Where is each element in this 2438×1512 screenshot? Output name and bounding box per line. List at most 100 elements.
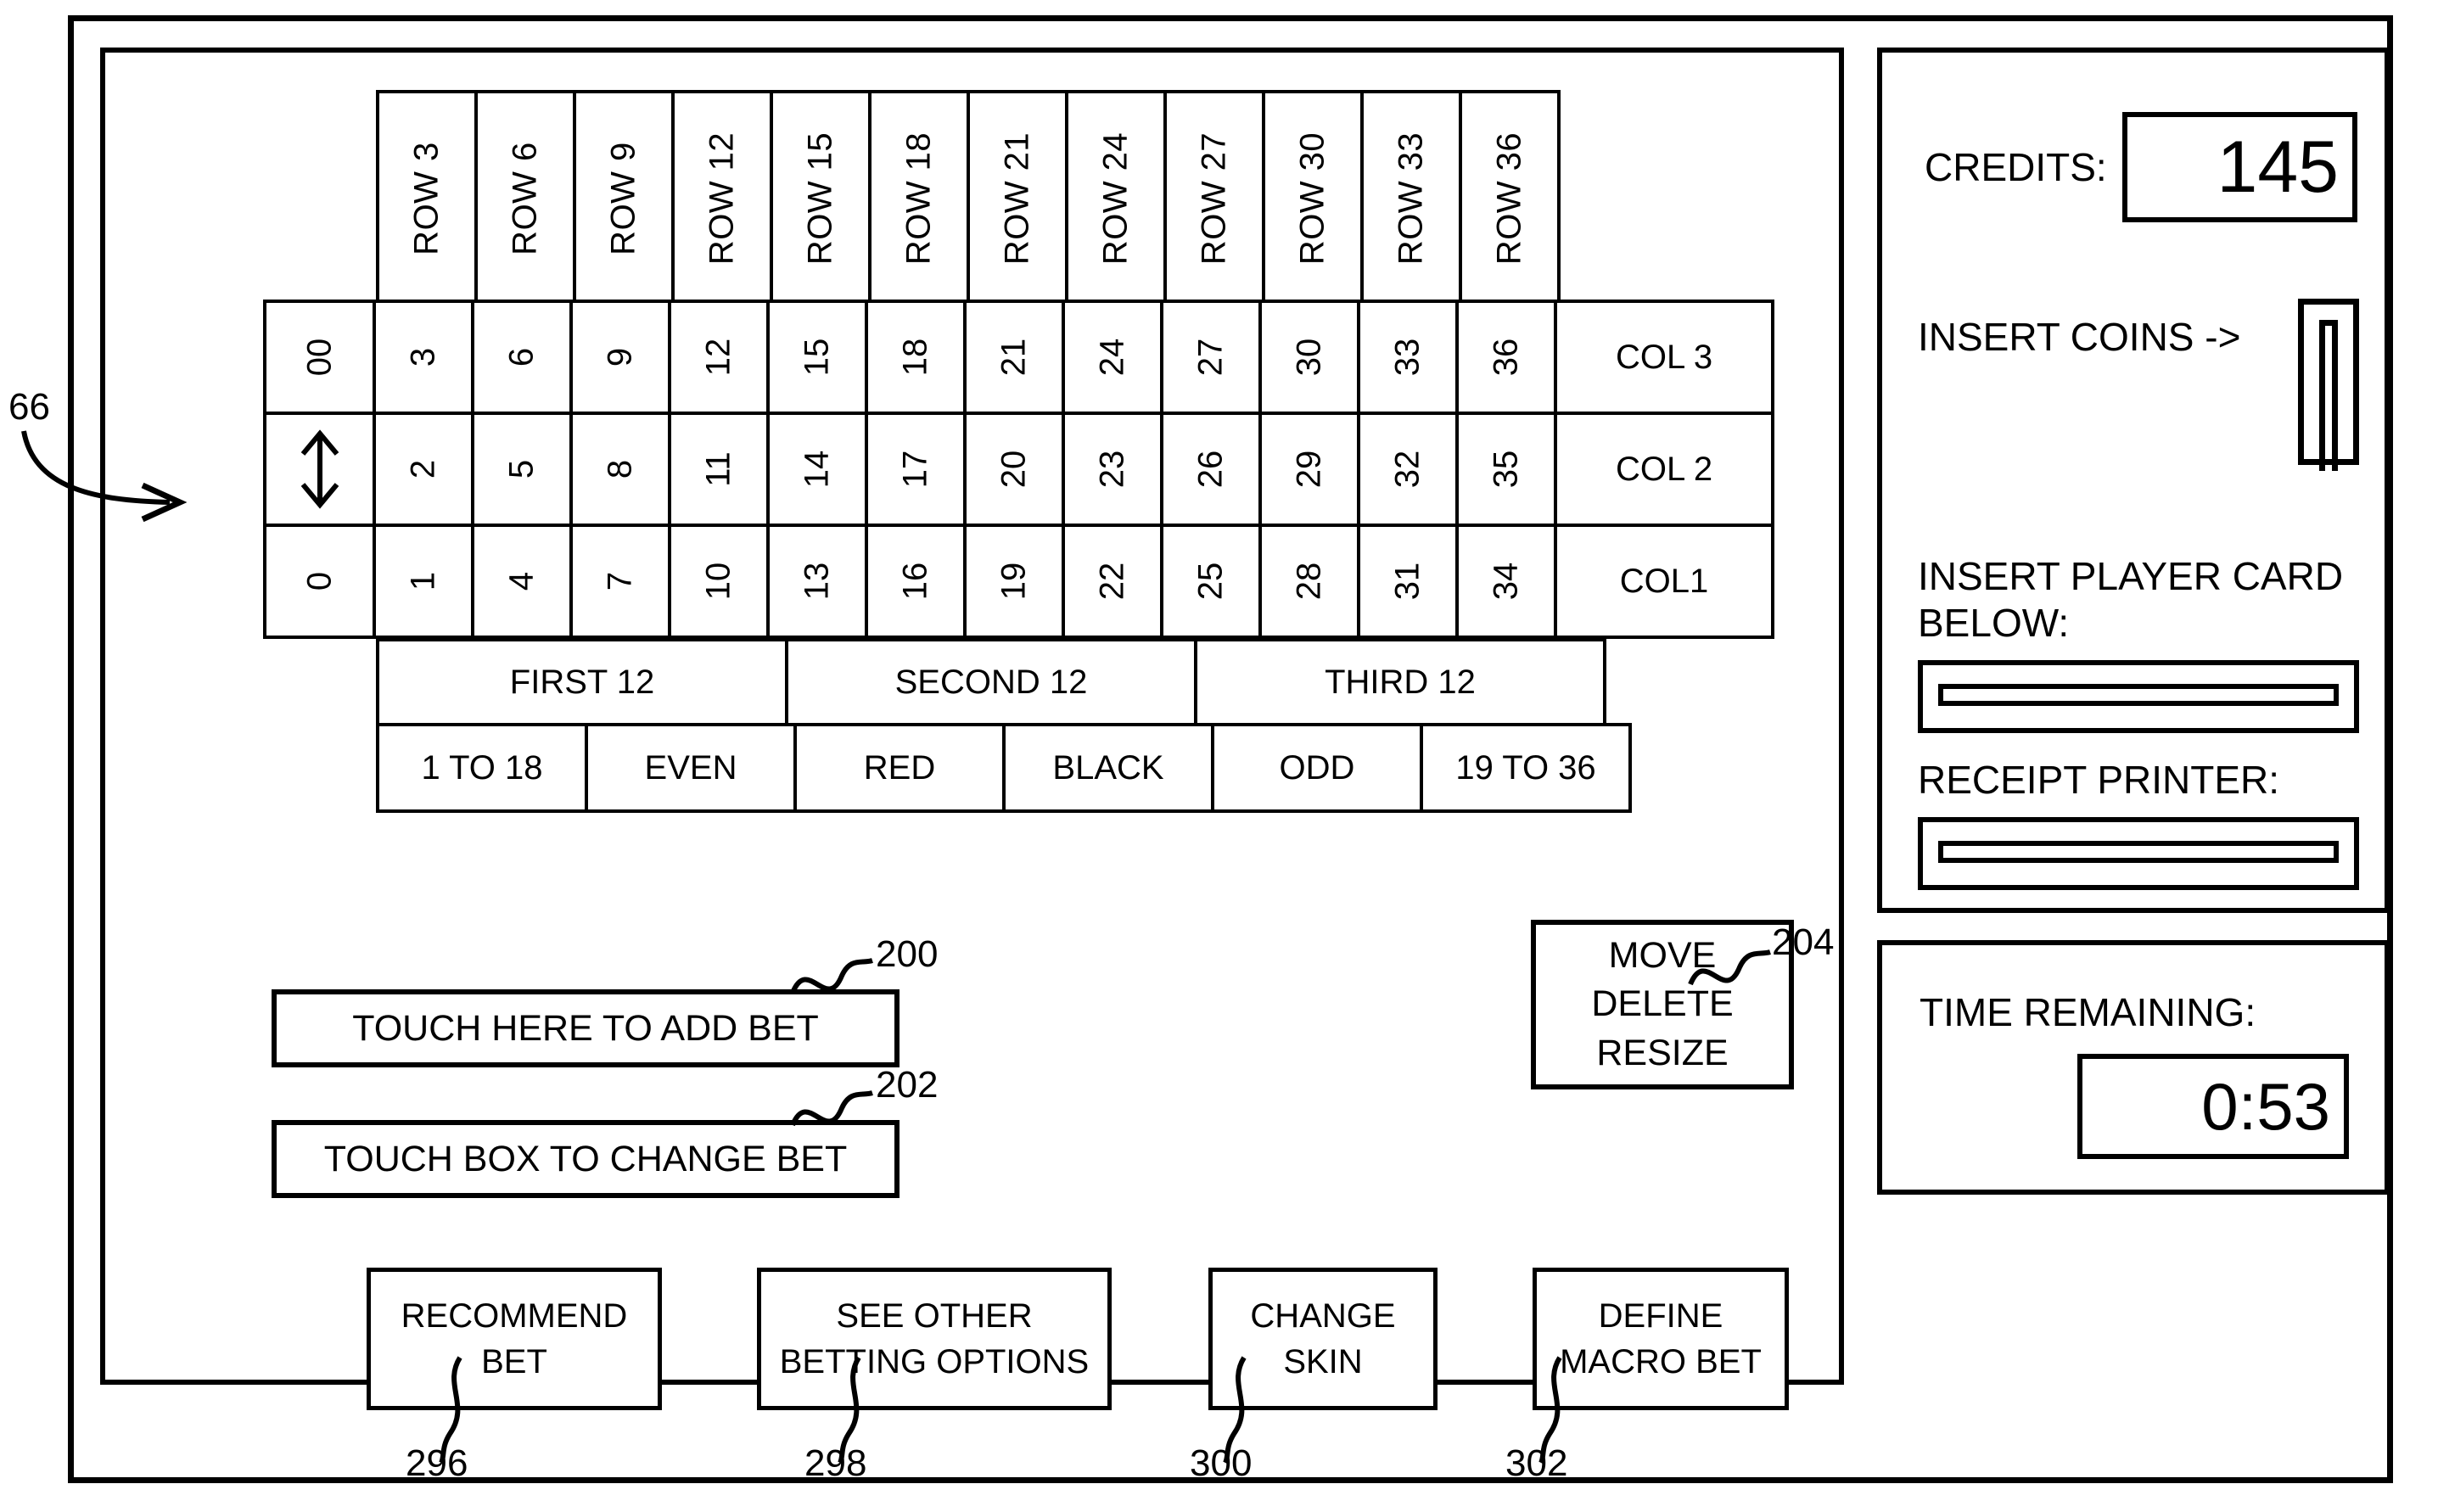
see-other-betting-options-button[interactable]: SEE OTHER BETTING OPTIONS [757, 1268, 1112, 1410]
number-label: 2 [404, 459, 442, 479]
number-label: 21 [995, 338, 1033, 377]
number-cell[interactable]: 31 [1357, 524, 1459, 639]
number-cell[interactable]: 33 [1357, 300, 1459, 415]
number-cell[interactable]: 14 [766, 412, 868, 527]
insert-coins-row: INSERT COINS -> [1918, 299, 2359, 471]
number-cell[interactable]: 8 [569, 412, 671, 527]
number-cell[interactable]: 32 [1357, 412, 1459, 527]
dozen-bet-cell[interactable]: THIRD 12 [1194, 638, 1606, 726]
player-card-slot-opening [1938, 684, 2339, 707]
zero-cell-single[interactable]: 0 [263, 524, 376, 639]
row-header-label: ROW 24 [1096, 132, 1135, 265]
coin-slot-icon[interactable] [2298, 299, 2359, 471]
dozen-bet-cell[interactable]: FIRST 12 [376, 638, 788, 726]
number-cell[interactable]: 15 [766, 300, 868, 415]
number-cell[interactable]: 6 [471, 300, 573, 415]
row-header-label: ROW 6 [506, 141, 544, 255]
column-bet-cell[interactable]: COL 3 [1554, 300, 1774, 415]
number-cell[interactable]: 25 [1160, 524, 1262, 639]
number-grid-row: 2 5 8 11 14 17 20 23 26 29 32 35 COL 2 [263, 412, 1774, 527]
number-label: 24 [1093, 338, 1131, 377]
row-header-cell[interactable]: ROW 24 [1065, 90, 1167, 306]
zero-cell-label: 0 [300, 571, 338, 591]
outside-bet-cell[interactable]: 19 TO 36 [1420, 723, 1632, 813]
number-cell[interactable]: 16 [865, 524, 967, 639]
callout-number-300: 300 [1190, 1442, 1253, 1484]
number-cell[interactable]: 9 [569, 300, 671, 415]
callout-number-200: 200 [876, 933, 939, 975]
number-grid-row: 0 1 4 7 10 13 16 19 22 25 28 31 34 COL1 [263, 524, 1774, 639]
number-label: 4 [502, 571, 541, 591]
number-cell[interactable]: 34 [1455, 524, 1557, 639]
row-header-cell[interactable]: ROW 27 [1163, 90, 1265, 306]
player-card-slot-icon[interactable] [1918, 660, 2359, 734]
number-grid: 00 3 6 9 12 15 18 21 24 27 30 33 36 COL … [263, 300, 1774, 639]
number-grid-row: 00 3 6 9 12 15 18 21 24 27 30 33 36 COL … [263, 300, 1774, 415]
number-label: 3 [404, 347, 442, 367]
recommend-bet-line2: BET [481, 1343, 547, 1380]
number-cell[interactable]: 1 [373, 524, 474, 639]
number-cell[interactable]: 36 [1455, 300, 1557, 415]
number-cell[interactable]: 21 [963, 300, 1065, 415]
number-cell[interactable]: 23 [1062, 412, 1163, 527]
receipt-printer-slot-icon[interactable] [1918, 817, 2359, 891]
outside-bet-cell[interactable]: RED [793, 723, 1006, 813]
number-label: 26 [1191, 450, 1230, 489]
recommend-bet-button[interactable]: RECOMMEND BET [367, 1268, 662, 1410]
number-cell[interactable]: 27 [1160, 300, 1262, 415]
outside-bet-cell[interactable]: BLACK [1002, 723, 1214, 813]
credits-label: CREDITS: [1925, 145, 2107, 189]
number-cell[interactable]: 35 [1455, 412, 1557, 527]
number-label: 1 [404, 571, 442, 591]
number-label: 16 [896, 562, 934, 601]
number-cell[interactable]: 7 [569, 524, 671, 639]
zero-cell-label: 00 [300, 338, 338, 377]
callout-leader-66 [21, 430, 188, 523]
outside-bet-cell[interactable]: ODD [1211, 723, 1423, 813]
number-cell[interactable]: 10 [668, 524, 770, 639]
number-cell[interactable]: 2 [373, 412, 474, 527]
column-bet-cell[interactable]: COL 2 [1554, 412, 1774, 527]
number-cell[interactable]: 4 [471, 524, 573, 639]
number-cell[interactable]: 22 [1062, 524, 1163, 639]
define-macro-line1: DEFINE [1598, 1297, 1723, 1335]
number-cell[interactable]: 29 [1258, 412, 1360, 527]
number-cell[interactable]: 13 [766, 524, 868, 639]
coin-slot-opening [2319, 320, 2338, 471]
number-cell[interactable]: 5 [471, 412, 573, 527]
number-cell[interactable]: 30 [1258, 300, 1360, 415]
number-label: 25 [1191, 562, 1230, 601]
row-header-label: ROW 36 [1490, 132, 1528, 265]
number-cell[interactable]: 26 [1160, 412, 1262, 527]
number-label: 33 [1388, 338, 1426, 377]
row-header-cell[interactable]: ROW 18 [868, 90, 970, 306]
number-cell[interactable]: 17 [865, 412, 967, 527]
row-header-cell[interactable]: ROW 21 [967, 90, 1068, 306]
row-header-cell[interactable]: ROW 15 [770, 90, 872, 306]
outside-bet-cell[interactable]: EVEN [585, 723, 797, 813]
number-cell[interactable]: 11 [668, 412, 770, 527]
number-label: 10 [699, 562, 737, 601]
row-header-cell[interactable]: ROW 33 [1360, 90, 1462, 306]
zero-cell-double[interactable]: 00 [263, 300, 376, 415]
column-bet-cell[interactable]: COL1 [1554, 524, 1774, 639]
number-cell[interactable]: 3 [373, 300, 474, 415]
outside-bet-cell[interactable]: 1 TO 18 [376, 723, 588, 813]
row-header-cell[interactable]: ROW 3 [376, 90, 478, 306]
number-cell[interactable]: 28 [1258, 524, 1360, 639]
row-header-cell[interactable]: ROW 30 [1262, 90, 1364, 306]
row-header-cell[interactable]: ROW 6 [474, 90, 576, 306]
number-label: 20 [995, 450, 1033, 489]
number-cell[interactable]: 18 [865, 300, 967, 415]
dozen-bet-cell[interactable]: SECOND 12 [785, 638, 1197, 726]
row-header-cell[interactable]: ROW 12 [671, 90, 773, 306]
number-cell[interactable]: 12 [668, 300, 770, 415]
row-header-cell[interactable]: ROW 36 [1459, 90, 1561, 306]
resize-handle-cell[interactable] [263, 412, 376, 527]
callout-number-302: 302 [1505, 1442, 1568, 1484]
number-cell[interactable]: 24 [1062, 300, 1163, 415]
row-header-cell[interactable]: ROW 9 [573, 90, 675, 306]
receipt-printer-block: RECEIPT PRINTER: [1918, 757, 2359, 891]
number-cell[interactable]: 19 [963, 524, 1065, 639]
number-cell[interactable]: 20 [963, 412, 1065, 527]
